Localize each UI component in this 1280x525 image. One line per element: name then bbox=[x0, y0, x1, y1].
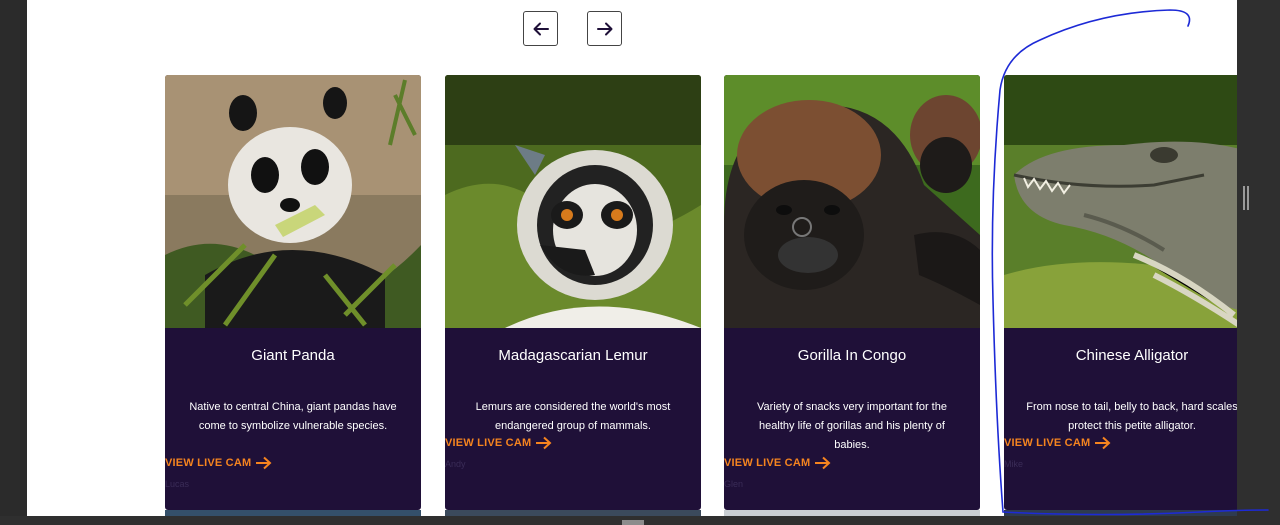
animal-card-gorilla-in-congo[interactable]: Gorilla In Congo Variety of snacks very … bbox=[724, 75, 980, 510]
lemur-photo bbox=[445, 75, 701, 328]
view-live-cam-link[interactable]: VIEW LIVE CAM bbox=[165, 456, 272, 470]
view-live-cam-link[interactable]: VIEW LIVE CAM bbox=[445, 436, 552, 450]
prev-button[interactable] bbox=[523, 11, 558, 46]
card-title: Gorilla In Congo bbox=[797, 347, 907, 364]
card-description: Variety of snacks very important for the… bbox=[757, 401, 947, 451]
cam-link-label: VIEW LIVE CAM bbox=[724, 457, 811, 469]
card-title: Giant Panda bbox=[251, 347, 335, 364]
card-description: From nose to tail, belly to back, hard s… bbox=[1026, 401, 1237, 432]
card-description: Native to central China, giant pandas ha… bbox=[189, 401, 397, 432]
animal-card-giant-panda[interactable]: Giant Panda Native to central China, gia… bbox=[165, 75, 421, 510]
bottom-handle[interactable] bbox=[622, 520, 644, 525]
alligator-photo bbox=[1004, 75, 1237, 328]
gorilla-photo bbox=[724, 75, 980, 328]
scroll-rail bbox=[1237, 0, 1280, 525]
arrow-left-icon bbox=[533, 22, 549, 35]
card-author: Lucas bbox=[165, 479, 190, 489]
view-live-cam-link[interactable]: VIEW LIVE CAM bbox=[1004, 436, 1111, 450]
view-live-cam-link[interactable]: VIEW LIVE CAM bbox=[724, 456, 831, 470]
card-author: Mike bbox=[1004, 459, 1024, 469]
next-button[interactable] bbox=[587, 11, 622, 46]
arrow-right-icon bbox=[1095, 436, 1111, 450]
resize-handle[interactable] bbox=[1243, 186, 1249, 210]
card-title: Chinese Alligator bbox=[1075, 347, 1189, 364]
card-author: Glen bbox=[724, 479, 744, 489]
cam-link-label: VIEW LIVE CAM bbox=[445, 437, 532, 449]
card-title: Madagascarian Lemur bbox=[498, 347, 648, 364]
arrow-right-icon bbox=[256, 456, 272, 470]
arrow-right-icon bbox=[815, 456, 831, 470]
arrow-right-icon bbox=[536, 436, 552, 450]
cam-link-label: VIEW LIVE CAM bbox=[165, 457, 252, 469]
giant-panda-photo bbox=[165, 75, 421, 328]
animal-card-madagascarian-lemur[interactable]: Madagascarian Lemur Lemurs are considere… bbox=[445, 75, 701, 510]
card-author: Andy bbox=[445, 459, 466, 469]
card-description: Lemurs are considered the world's most e… bbox=[475, 401, 671, 432]
arrow-right-icon bbox=[596, 22, 612, 35]
cam-link-label: VIEW LIVE CAM bbox=[1004, 437, 1091, 449]
page-content: Giant Panda Native to central China, gia… bbox=[27, 0, 1237, 516]
animal-card-chinese-alligator[interactable]: Chinese Alligator From nose to tail, bel… bbox=[1004, 75, 1237, 510]
